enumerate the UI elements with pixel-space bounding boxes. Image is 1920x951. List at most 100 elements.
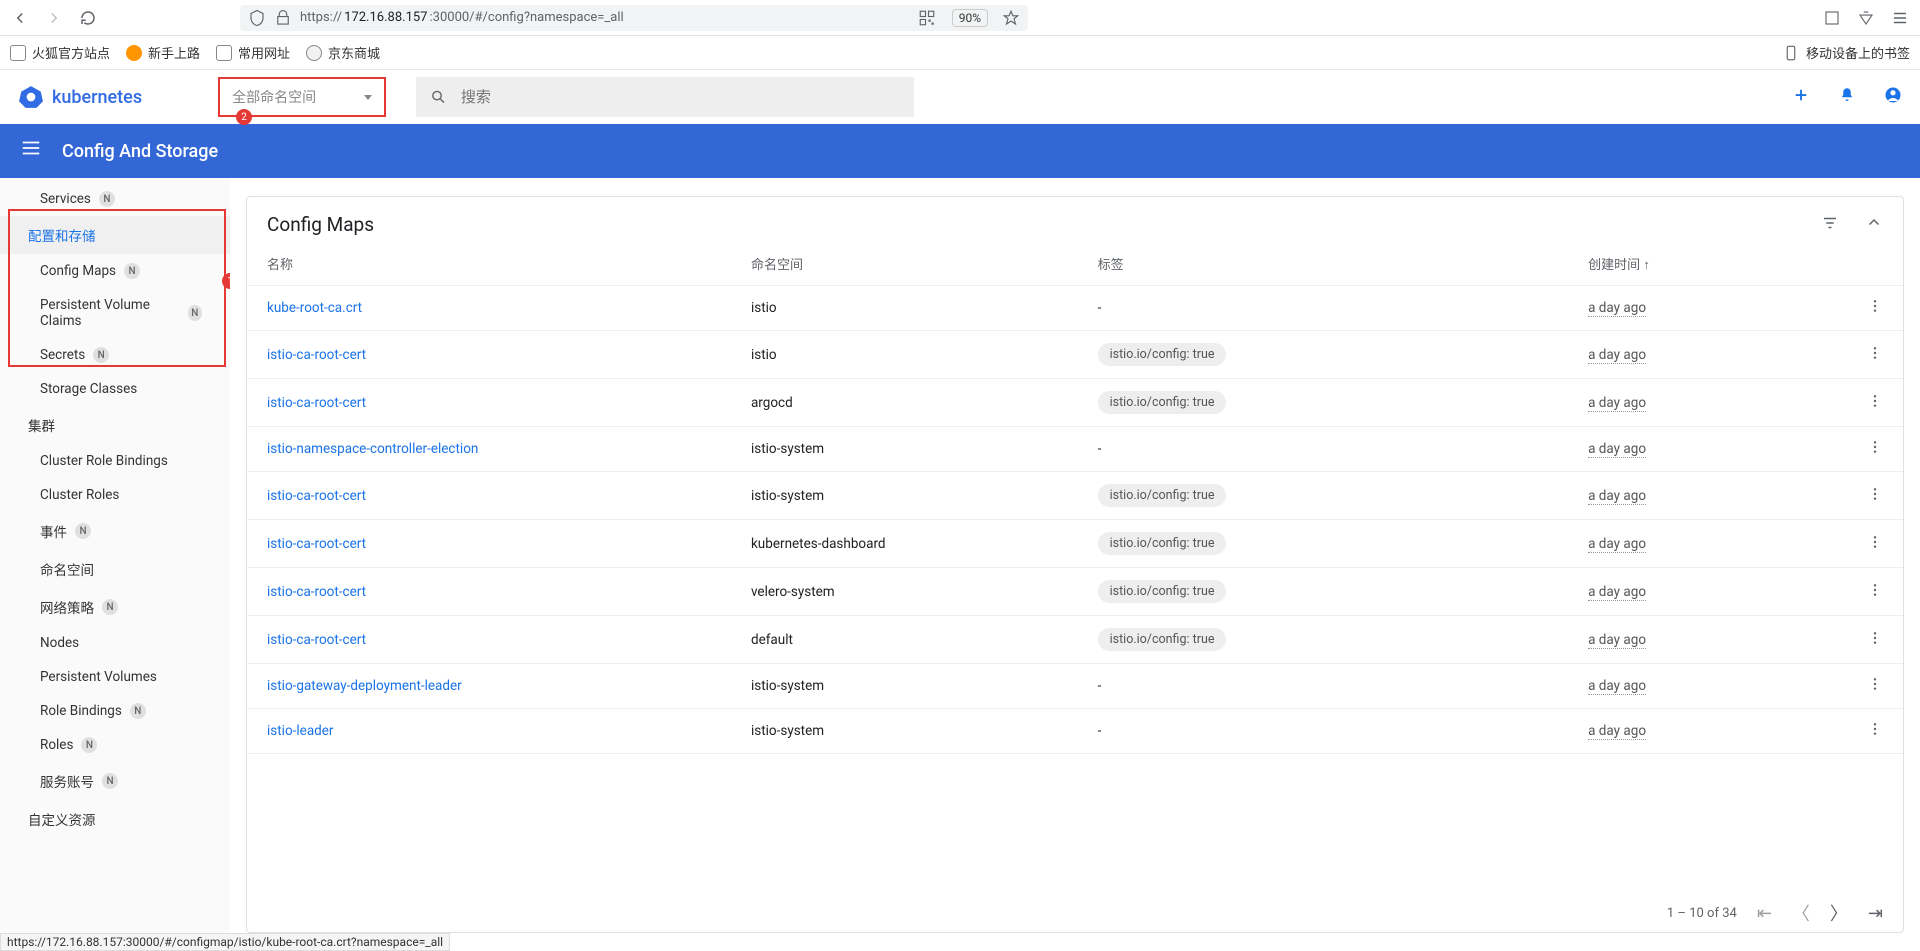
sidebar-item-config-maps[interactable]: Config MapsN bbox=[0, 254, 230, 288]
reload-icon[interactable] bbox=[76, 6, 100, 30]
url-bar[interactable]: https:// 172.16.88.157 :30000/#/config?n… bbox=[240, 5, 1028, 31]
table-row: istio-ca-root-cert velero-system istio.i… bbox=[247, 568, 1903, 616]
sidebar-item-storage-classes[interactable]: Storage Classes bbox=[0, 372, 230, 406]
page-title: Config And Storage bbox=[62, 141, 218, 162]
sidebar-item-sa[interactable]: 服务账号N bbox=[0, 762, 230, 800]
column-labels[interactable]: 标签 bbox=[1078, 242, 1569, 286]
first-page-icon[interactable]: ⇤ bbox=[1757, 903, 1772, 924]
configmap-link[interactable]: istio-ca-root-cert bbox=[267, 536, 366, 552]
row-menu-icon[interactable] bbox=[1830, 616, 1903, 664]
configmap-link[interactable]: kube-root-ca.crt bbox=[267, 300, 362, 316]
pagination: 1 – 10 of 34 ⇤ 〈 〉 ⇥ bbox=[247, 892, 1903, 932]
k8s-topbar: kubernetes 全部命名空间 2 bbox=[0, 70, 1920, 124]
bookmark-mobile[interactable]: 移动设备上的书签 bbox=[1782, 43, 1910, 62]
configmap-link[interactable]: istio-ca-root-cert bbox=[267, 488, 366, 504]
row-menu-icon[interactable] bbox=[1830, 379, 1903, 427]
create-button[interactable] bbox=[1792, 85, 1810, 109]
row-menu-icon[interactable] bbox=[1830, 472, 1903, 520]
configmap-link[interactable]: istio-ca-root-cert bbox=[267, 347, 366, 363]
label-chip: istio.io/config: true bbox=[1098, 343, 1227, 366]
notifications-icon[interactable] bbox=[1838, 85, 1856, 109]
cell-created: a day ago bbox=[1588, 632, 1646, 649]
extension-icon[interactable] bbox=[1820, 6, 1844, 30]
qr-icon[interactable] bbox=[918, 9, 936, 27]
configmap-link[interactable]: istio-namespace-controller-election bbox=[267, 441, 478, 457]
label-chip: istio.io/config: true bbox=[1098, 391, 1227, 414]
table-row: istio-gateway-deployment-leader istio-sy… bbox=[247, 664, 1903, 709]
sidebar-item-config-storage[interactable]: 配置和存储 bbox=[0, 216, 230, 254]
column-namespace[interactable]: 命名空间 bbox=[731, 242, 1078, 286]
label-empty: - bbox=[1098, 300, 1102, 316]
sidebar-item-cr[interactable]: Cluster Roles bbox=[0, 478, 230, 512]
namespace-selector-label: 全部命名空间 bbox=[232, 87, 316, 107]
account-icon[interactable] bbox=[1854, 6, 1878, 30]
namespace-badge: N bbox=[130, 703, 146, 719]
overflow-menu-icon[interactable] bbox=[1888, 6, 1912, 30]
prev-page-icon[interactable]: 〈 bbox=[1792, 900, 1810, 926]
brand-text: kubernetes bbox=[52, 87, 142, 108]
row-menu-icon[interactable] bbox=[1830, 286, 1903, 331]
table-row: kube-root-ca.crt istio - a day ago bbox=[247, 286, 1903, 331]
row-menu-icon[interactable] bbox=[1830, 427, 1903, 472]
mobile-icon bbox=[1782, 44, 1800, 62]
sidebar-item-namespaces[interactable]: 命名空间 bbox=[0, 550, 230, 588]
last-page-icon[interactable]: ⇥ bbox=[1868, 903, 1883, 924]
sidebar-item-pvc[interactable]: Persistent Volume ClaimsN bbox=[0, 288, 230, 338]
back-icon[interactable] bbox=[8, 6, 32, 30]
namespace-badge: N bbox=[99, 191, 115, 207]
column-name[interactable]: 名称 bbox=[247, 242, 731, 286]
bookmark-common[interactable]: 常用网址 bbox=[216, 43, 290, 62]
sidebar-item-custom[interactable]: 自定义资源 bbox=[0, 800, 230, 838]
configmap-link[interactable]: istio-gateway-deployment-leader bbox=[267, 678, 462, 694]
label-chip: istio.io/config: true bbox=[1098, 532, 1227, 555]
configmap-link[interactable]: istio-ca-root-cert bbox=[267, 632, 366, 648]
column-created[interactable]: 创建时间 ↑ bbox=[1568, 242, 1830, 286]
filter-icon[interactable] bbox=[1821, 214, 1839, 236]
row-menu-icon[interactable] bbox=[1830, 664, 1903, 709]
cell-namespace: istio-system bbox=[731, 664, 1078, 709]
kubernetes-logo[interactable]: kubernetes bbox=[18, 84, 142, 110]
bookmark-firefox[interactable]: 火狐官方站点 bbox=[10, 43, 110, 62]
user-icon[interactable] bbox=[1884, 85, 1902, 109]
cell-created: a day ago bbox=[1588, 395, 1646, 412]
sidebar-item-crb[interactable]: Cluster Role Bindings bbox=[0, 444, 230, 478]
row-menu-icon[interactable] bbox=[1830, 520, 1903, 568]
sidebar-item-netpol[interactable]: 网络策略N bbox=[0, 588, 230, 626]
cell-created: a day ago bbox=[1588, 536, 1646, 553]
sidebar-item-services[interactable]: ServicesN bbox=[0, 182, 230, 216]
collapse-icon[interactable] bbox=[1865, 214, 1883, 236]
globe-icon bbox=[306, 45, 322, 61]
label-chip: istio.io/config: true bbox=[1098, 628, 1227, 651]
next-page-icon[interactable]: 〉 bbox=[1830, 900, 1848, 926]
cell-namespace: istio-system bbox=[731, 472, 1078, 520]
forward-icon[interactable] bbox=[42, 6, 66, 30]
table-row: istio-ca-root-cert kubernetes-dashboard … bbox=[247, 520, 1903, 568]
bookmarks-bar: 火狐官方站点 新手上路 常用网址 京东商城 移动设备上的书签 bbox=[0, 36, 1920, 70]
configmap-link[interactable]: istio-ca-root-cert bbox=[267, 584, 366, 600]
config-maps-card: Config Maps 名称 命名空间 标签 创建时间 ↑ bbox=[246, 196, 1904, 933]
row-menu-icon[interactable] bbox=[1830, 331, 1903, 379]
sidebar-item-cluster[interactable]: 集群 bbox=[0, 406, 230, 444]
sidebar-item-rb[interactable]: Role BindingsN bbox=[0, 694, 230, 728]
namespace-badge: N bbox=[188, 305, 202, 321]
sidebar-item-events[interactable]: 事件N bbox=[0, 512, 230, 550]
configmap-link[interactable]: istio-leader bbox=[267, 723, 334, 739]
sidebar-item-pv[interactable]: Persistent Volumes bbox=[0, 660, 230, 694]
cell-created: a day ago bbox=[1588, 584, 1646, 601]
cell-created: a day ago bbox=[1588, 723, 1646, 740]
bookmark-jd[interactable]: 京东商城 bbox=[306, 43, 380, 62]
zoom-level[interactable]: 90% bbox=[952, 9, 988, 27]
bookmark-getting-started[interactable]: 新手上路 bbox=[126, 43, 200, 62]
search-input[interactable] bbox=[461, 89, 900, 106]
search-box[interactable] bbox=[416, 77, 914, 117]
table-row: istio-ca-root-cert default istio.io/conf… bbox=[247, 616, 1903, 664]
configmap-link[interactable]: istio-ca-root-cert bbox=[267, 395, 366, 411]
sidebar-item-secrets[interactable]: SecretsN bbox=[0, 338, 230, 372]
sidebar-item-nodes[interactable]: Nodes bbox=[0, 626, 230, 660]
k8s-icon bbox=[18, 84, 44, 110]
sidebar-item-roles[interactable]: RolesN bbox=[0, 728, 230, 762]
row-menu-icon[interactable] bbox=[1830, 568, 1903, 616]
row-menu-icon[interactable] bbox=[1830, 709, 1903, 754]
hamburger-icon[interactable] bbox=[20, 137, 42, 165]
star-icon[interactable] bbox=[1002, 9, 1020, 27]
